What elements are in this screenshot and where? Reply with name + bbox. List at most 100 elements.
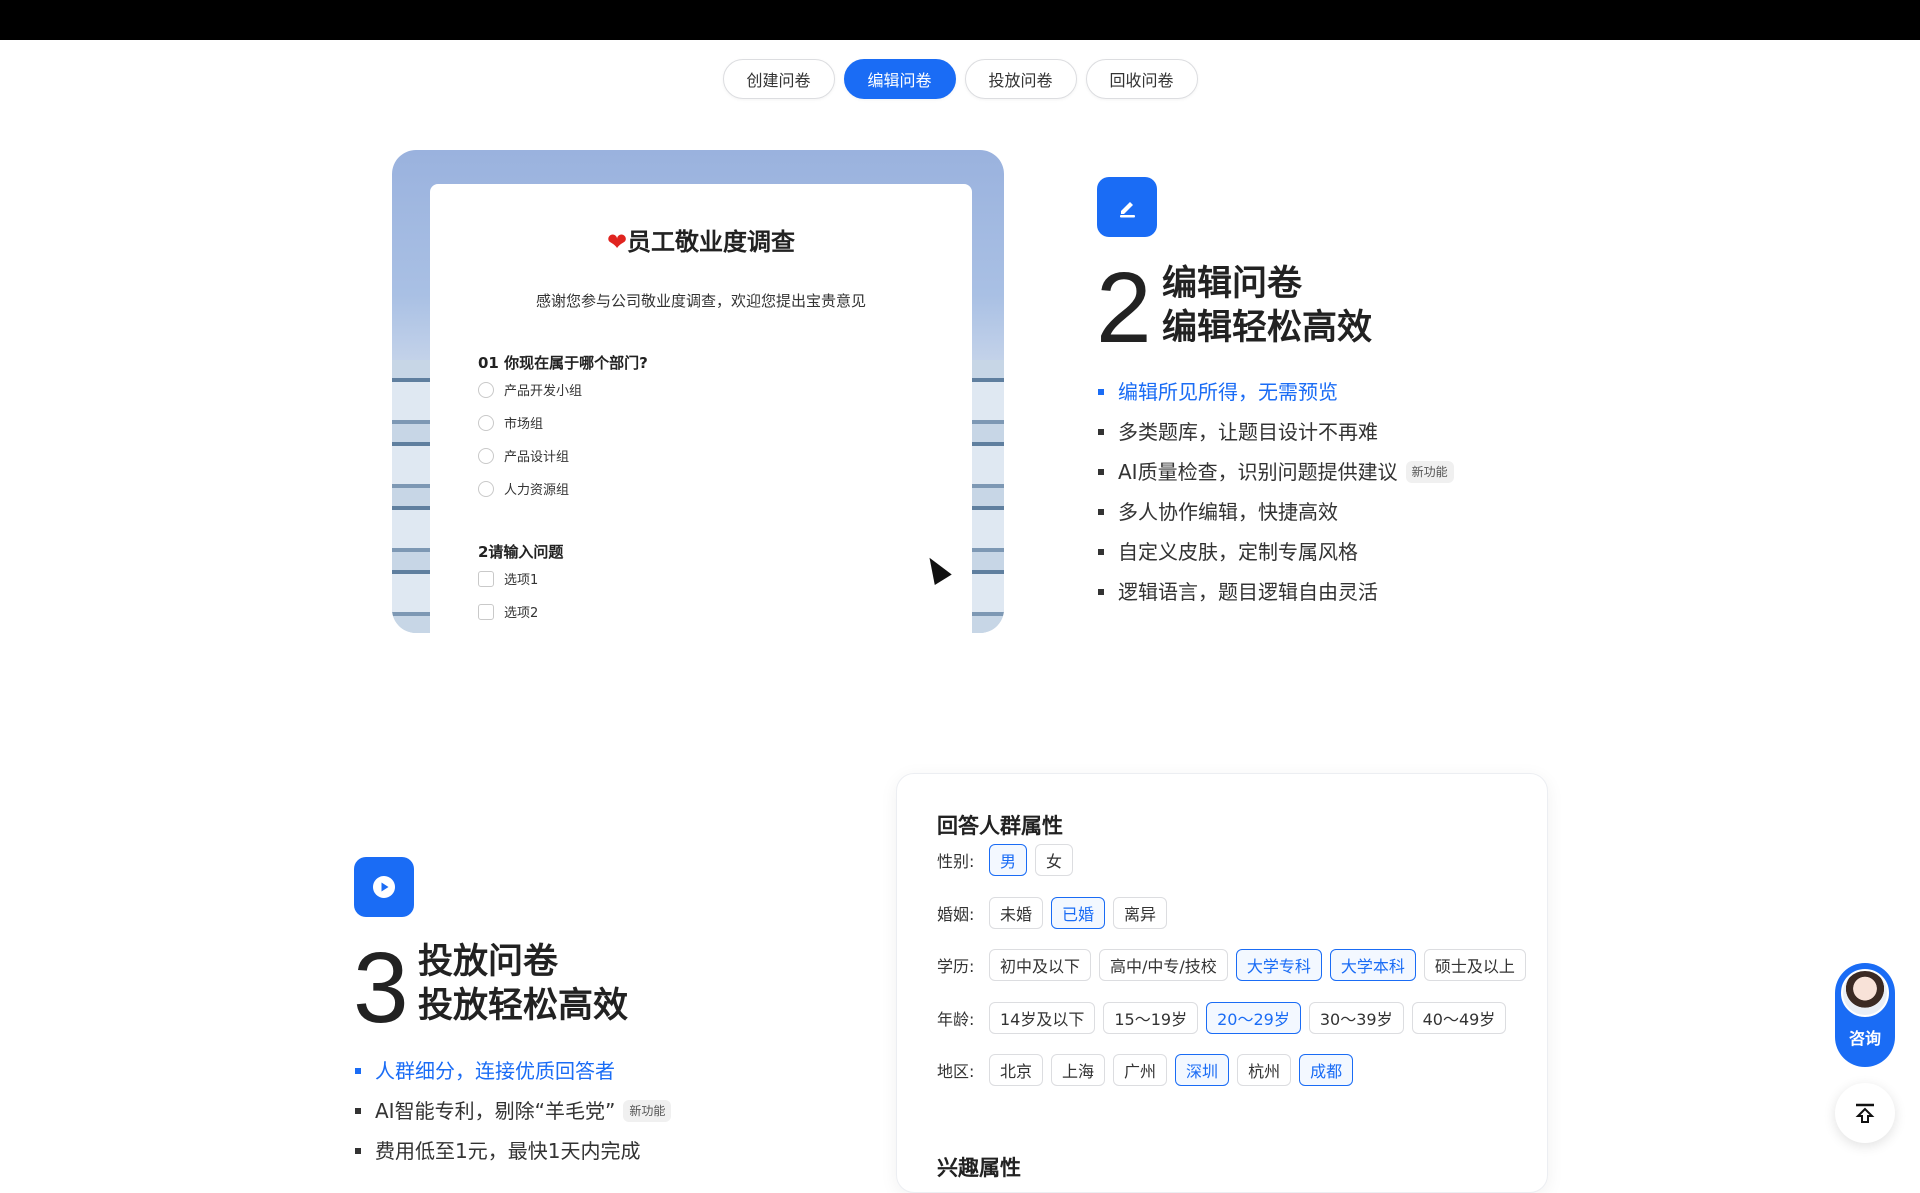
list-item: AI质量检查，识别问题提供建议 新功能 [1096,452,1454,492]
tab-collect[interactable]: 回收问卷 [1085,59,1198,99]
attribute-chip[interactable]: 上海 [1051,1054,1106,1086]
list-item-text: 逻辑语言，题目逻辑自由灵活 [1118,580,1378,604]
list-item-text: AI质量检查，识别问题提供建议 [1118,460,1398,484]
attribute-chip[interactable]: 30～39岁 [1308,1002,1404,1034]
respondent-attributes-card: 回答人群属性 性别: 男女婚姻: 未婚 已婚 离异学历: 初中及以下 高中/中专/技校 大学专… [896,773,1548,1193]
list-item: 自定义皮肤，定制专属风格 [1096,532,1454,572]
attribute-row-label: 年龄: [937,1010,975,1029]
feature-list: 人群细分，连接优质回答者 AI智能专利，剔除“羊毛党” 新功能 费用低至1元，最快… [353,1051,672,1171]
option-label: 市场组 [504,417,544,432]
attribute-chip[interactable]: 40～49岁 [1411,1002,1507,1034]
heading-line-2: 投放轻松高效 [418,986,629,1026]
radio-button[interactable] [478,381,494,398]
attribute-chip[interactable]: 未婚 [989,897,1044,929]
consult-button[interactable]: 咨询 [1835,963,1895,1067]
attribute-row-label: 学历: [937,957,975,976]
list-item: 编辑所见所得，无需预览 [1096,372,1454,412]
list-item-text: 费用低至1元，最快1天内完成 [375,1139,641,1163]
option-label: 产品设计组 [504,450,570,465]
attribute-chip[interactable]: 成都 [1299,1054,1354,1086]
list-item-text: 自定义皮肤，定制专属风格 [1118,540,1358,564]
attribute-row-label: 性别: [937,852,975,871]
survey-preview: ❤员工敬业度调查 感谢您参与公司敬业度调查，欢迎您提出宝贵意见 01 你现在属于… [392,150,1004,633]
feature-heading: 投放问卷 投放轻松高效 [418,940,628,1028]
heading-line-1: 投放问卷 [418,942,559,982]
tab-edit[interactable]: 编辑问卷 [843,59,956,99]
step-number: 3 [353,932,409,1044]
checkbox-option-1[interactable]: 选项1 [478,569,538,588]
option-label: 选项1 [504,573,539,588]
option-2[interactable]: 市场组 [478,413,543,432]
heading-line-1: 编辑问卷 [1162,264,1303,304]
attribute-chip[interactable]: 大学专科 [1235,949,1322,981]
attributes-title: 回答人群属性 [937,814,1063,838]
new-badge: 新功能 [623,1100,672,1122]
attribute-chip[interactable]: 女 [1035,844,1074,876]
attribute-chip[interactable]: 广州 [1113,1054,1168,1086]
option-1[interactable]: 产品开发小组 [478,380,582,399]
survey-title-text: 员工敬业度调查 [627,228,796,256]
attribute-chip[interactable]: 男 [989,844,1028,876]
attribute-chip[interactable]: 北京 [989,1054,1044,1086]
edit-pen-icon [1097,177,1157,237]
list-item-text: AI智能专利，剔除“羊毛党” [375,1099,616,1123]
checkbox[interactable] [478,570,494,587]
question-2-label: 2请输入问题 [478,543,564,561]
option-4[interactable]: 人力资源组 [478,479,569,498]
tab-publish[interactable]: 投放问卷 [964,59,1077,99]
list-item: 逻辑语言，题目逻辑自由灵活 [1096,572,1454,612]
option-3[interactable]: 产品设计组 [478,446,569,465]
option-label: 选项2 [504,606,539,621]
play-icon [354,857,414,917]
radio-button[interactable] [478,414,494,431]
list-item-text: 多人协作编辑，快捷高效 [1118,500,1338,524]
attribute-row: 地区: 北京 上海 广州 深圳 杭州 成都 [937,1054,1354,1086]
list-item: 多类题库，让题目设计不再难 [1096,412,1454,452]
list-item: AI智能专利，剔除“羊毛党” 新功能 [353,1091,672,1131]
attribute-chip[interactable]: 14岁及以下 [989,1002,1096,1034]
question-1-label: 01 你现在属于哪个部门? [478,354,648,372]
attribute-row-label: 地区: [937,1062,975,1081]
list-item-text: 多类题库，让题目设计不再难 [1118,420,1378,444]
feature-list: 编辑所见所得，无需预览 多类题库，让题目设计不再难 AI质量检查，识别问题提供建… [1096,372,1454,612]
attribute-chip[interactable]: 杭州 [1237,1054,1292,1086]
survey-subtitle: 感谢您参与公司敬业度调查，欢迎您提出宝贵意见 [535,292,866,310]
background-building-left [392,360,432,633]
attribute-chip[interactable]: 高中/中专/技校 [1099,949,1228,981]
option-label: 产品开发小组 [504,384,583,399]
attribute-chip[interactable]: 初中及以下 [989,949,1092,981]
attribute-row: 婚姻: 未婚 已婚 离异 [937,897,1168,929]
consult-label: 咨询 [1848,1029,1881,1048]
avatar [1841,969,1889,1017]
attribute-chip[interactable]: 已婚 [1051,897,1106,929]
attribute-chip[interactable]: 大学本科 [1329,949,1416,981]
checkbox-option-2[interactable]: 选项2 [478,602,538,621]
back-to-top-icon [1855,1103,1875,1123]
option-label: 人力资源组 [504,483,570,498]
attribute-row: 年龄: 14岁及以下 15～19岁 20～29岁 30～39岁 40～49岁 [937,1002,1507,1034]
radio-button[interactable] [478,447,494,464]
attribute-chip[interactable]: 深圳 [1175,1054,1230,1086]
back-to-top-button[interactable] [1835,1083,1895,1143]
new-badge: 新功能 [1405,461,1454,483]
list-item-text: 人群细分，连接优质回答者 [375,1059,615,1083]
step-tabs: 创建问卷 编辑问卷 投放问卷 回收问卷 [0,59,1920,99]
checkbox[interactable] [478,603,494,620]
list-item: 人群细分，连接优质回答者 [353,1051,671,1091]
survey-title: ❤员工敬业度调查 [430,222,972,257]
attribute-row-label: 婚姻: [937,905,975,924]
background-building-right [970,360,1004,633]
list-item: 费用低至1元，最快1天内完成 [353,1131,671,1171]
tab-create[interactable]: 创建问卷 [722,59,835,99]
radio-button[interactable] [478,480,494,497]
heading-line-2: 编辑轻松高效 [1162,308,1373,348]
attribute-row: 学历: 初中及以下 高中/中专/技校 大学专科 大学本科 硕士及以上 [937,949,1526,981]
attribute-chip[interactable]: 硕士及以上 [1423,949,1526,981]
interest-attributes-title: 兴趣属性 [937,1156,1021,1180]
top-bar [0,0,1920,40]
attribute-chip[interactable]: 15～19岁 [1103,1002,1199,1034]
attribute-chip[interactable]: 离异 [1113,897,1168,929]
feature-heading: 编辑问卷 编辑轻松高效 [1162,262,1372,350]
attribute-chip[interactable]: 20～29岁 [1206,1002,1301,1034]
heart-icon: ❤ [606,228,628,256]
